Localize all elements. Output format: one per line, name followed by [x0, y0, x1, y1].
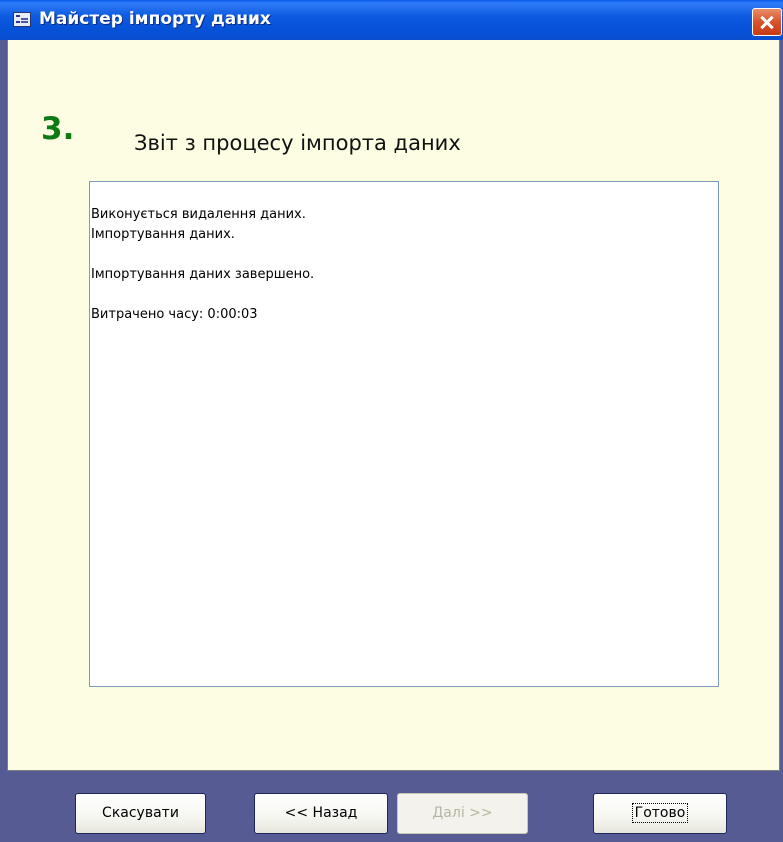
button-bar: Скасувати << Назад Далі >> Готово	[7, 771, 780, 842]
finish-button-label: Готово	[631, 803, 689, 823]
step-title: Звіт з процесу імпорта даних	[134, 131, 461, 155]
window-title: Майстер імпорту даних	[39, 9, 271, 29]
import-wizard-window: Майстер імпорту даних 3. Звіт з процесу …	[0, 0, 783, 842]
finish-button[interactable]: Готово	[593, 793, 727, 834]
close-button[interactable]	[752, 8, 782, 36]
form-window-icon	[13, 12, 31, 27]
report-line: Виконується видалення даних.	[91, 207, 306, 222]
step-number: 3.	[41, 111, 75, 147]
back-button[interactable]: << Назад	[254, 793, 388, 834]
title-bar[interactable]: Майстер імпорту даних	[0, 0, 783, 40]
report-line: Витрачено часу: 0:00:03	[91, 307, 258, 322]
report-line: Імпортування даних завершено.	[91, 267, 315, 282]
next-button[interactable]: Далі >>	[397, 793, 528, 834]
wizard-content: 3. Звіт з процесу імпорта даних Виконуєт…	[7, 40, 780, 771]
report-line	[91, 285, 718, 305]
report-textbox[interactable]: Виконується видалення даних. Імпортуванн…	[89, 181, 719, 687]
report-line	[91, 245, 718, 265]
cancel-button[interactable]: Скасувати	[75, 793, 206, 834]
report-line: Імпортування даних.	[91, 227, 235, 242]
